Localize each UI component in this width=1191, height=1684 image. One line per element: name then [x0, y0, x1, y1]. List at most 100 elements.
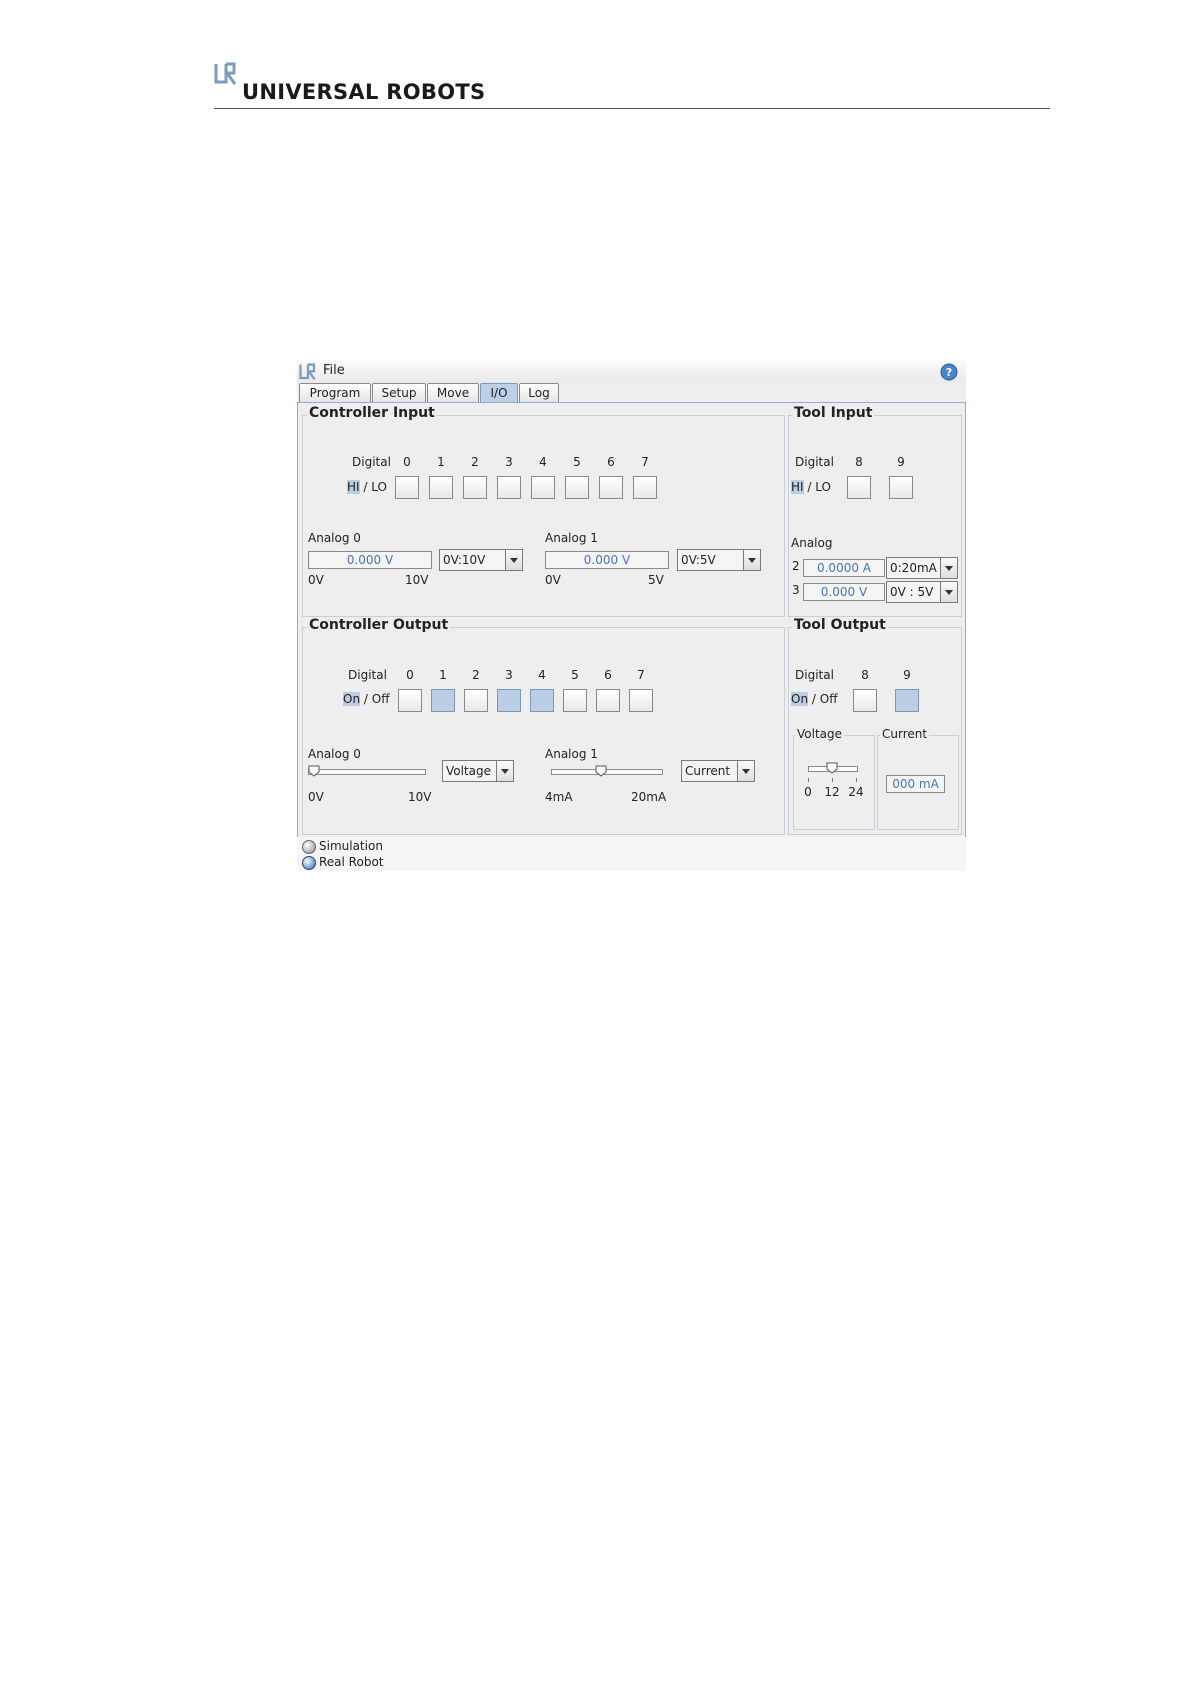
co-digital-toggle-6[interactable]: [596, 689, 620, 712]
channel-number: 5: [573, 455, 581, 469]
co-digital-toggle-2[interactable]: [464, 689, 488, 712]
ur-logo-icon: [214, 62, 237, 85]
co-analog1-mode-text: Current: [685, 764, 731, 778]
tick-label: 12: [824, 785, 840, 799]
co-digital-toggle-4[interactable]: [530, 689, 554, 712]
tab-program[interactable]: Program: [299, 383, 371, 402]
status-bar: Simulation Real Robot: [297, 837, 966, 871]
to-digital-toggle-8[interactable]: [853, 689, 877, 712]
ci-analog0-value: 0.000 V: [308, 551, 432, 569]
co-sep: /: [363, 692, 368, 706]
controller-output-title: Controller Output: [307, 617, 451, 633]
ci-digital-label: Digital: [352, 455, 391, 469]
file-menu[interactable]: File: [323, 363, 345, 378]
tab-io[interactable]: I/O: [480, 383, 518, 402]
channel-number: 8: [861, 668, 869, 682]
channel-number: 9: [897, 455, 905, 469]
to-voltage-group: [793, 735, 875, 830]
channel-number: 8: [855, 455, 863, 469]
ti-sep: /: [807, 480, 812, 494]
to-onoff-label: On / Off: [791, 692, 837, 706]
chevron-down-icon[interactable]: [743, 550, 760, 570]
ti-analog2-range-text: 0:20mA: [890, 561, 937, 575]
ci-digital-indicator-7: [633, 476, 657, 499]
ci-analog0-label: Analog 0: [308, 531, 361, 545]
ti-analog2-range-select[interactable]: 0:20mA: [886, 557, 958, 579]
channel-number: 2: [472, 668, 480, 682]
co-analog0-mode-select[interactable]: Voltage: [442, 760, 514, 782]
controller-input-group: [302, 415, 785, 617]
help-icon[interactable]: ?: [940, 363, 958, 381]
channel-number: 1: [437, 455, 445, 469]
brand-name: UNIVERSAL ROBOTS: [242, 80, 486, 104]
co-digital-toggle-0[interactable]: [398, 689, 422, 712]
chevron-down-icon[interactable]: [940, 582, 957, 602]
tab-move[interactable]: Move: [427, 383, 479, 402]
svg-text:?: ?: [946, 366, 952, 379]
co-analog1-slider-track[interactable]: [551, 769, 663, 775]
ci-analog1-max: 5V: [648, 573, 664, 587]
ci-digital-indicator-4: [531, 476, 555, 499]
tab-setup[interactable]: Setup: [372, 383, 426, 402]
co-analog1-slider-thumb[interactable]: [595, 765, 607, 777]
ci-analog1-range-select[interactable]: 0V:5V: [677, 549, 761, 571]
co-digital-toggle-1[interactable]: [431, 689, 455, 712]
co-analog0-min: 0V: [308, 790, 324, 804]
to-current-label: Current: [880, 727, 930, 741]
menu-bar: File ?: [297, 361, 966, 383]
to-on-text: On: [791, 692, 809, 706]
real-robot-label: Real Robot: [319, 855, 384, 869]
io-panel: Controller Input Digital 01234567 HI / L…: [297, 402, 966, 838]
chevron-down-icon[interactable]: [496, 761, 513, 781]
tab-log[interactable]: Log: [519, 383, 559, 402]
ti-analog3-range-select[interactable]: 0V : 5V: [886, 581, 958, 603]
to-voltage-slider-thumb[interactable]: [826, 762, 838, 774]
ci-analog0-min: 0V: [308, 573, 324, 587]
ci-hi-text: HI: [347, 480, 360, 494]
ti-analog3-value: 0.000 V: [803, 583, 885, 601]
ur-menu-logo-icon[interactable]: [299, 363, 317, 381]
chevron-down-icon[interactable]: [940, 558, 957, 578]
channel-number: 6: [604, 668, 612, 682]
to-digital-toggle-9[interactable]: [895, 689, 919, 712]
real-robot-radio[interactable]: [302, 856, 316, 870]
co-analog1-min: 4mA: [545, 790, 573, 804]
co-on-text: On: [343, 692, 361, 706]
co-digital-toggle-7[interactable]: [629, 689, 653, 712]
tool-input-title: Tool Input: [792, 405, 875, 421]
ci-digital-indicator-5: [565, 476, 589, 499]
to-current-value[interactable]: 000 mA: [886, 775, 945, 793]
co-analog0-label: Analog 0: [308, 747, 361, 761]
ti-hilo-label: HI / LO: [791, 480, 831, 494]
co-analog1-mode-select[interactable]: Current: [681, 760, 755, 782]
channel-number: 5: [571, 668, 579, 682]
channel-number: 7: [637, 668, 645, 682]
controller-output-group: [302, 627, 785, 835]
chevron-down-icon[interactable]: [737, 761, 754, 781]
ci-analog1-label: Analog 1: [545, 531, 598, 545]
tick-mark: [808, 778, 809, 782]
polyscope-window: File ? Program Setup Move I/O Log Contro…: [297, 361, 966, 871]
ti-analog2-channel: 2: [792, 559, 800, 573]
co-digital-toggle-3[interactable]: [497, 689, 521, 712]
ti-hi-text: HI: [791, 480, 804, 494]
ti-digital-indicator-9: [889, 476, 913, 499]
co-digital-toggle-5[interactable]: [563, 689, 587, 712]
ci-digital-indicator-1: [429, 476, 453, 499]
ci-sep: /: [363, 480, 368, 494]
ci-analog1-value: 0.000 V: [545, 551, 669, 569]
to-off-text: Off: [819, 692, 838, 706]
ci-digital-indicator-3: [497, 476, 521, 499]
ti-analog3-channel: 3: [792, 583, 800, 597]
co-analog1-max: 20mA: [631, 790, 667, 804]
ci-analog1-range-text: 0V:5V: [681, 553, 716, 567]
channel-number: 6: [607, 455, 615, 469]
co-analog0-slider-thumb[interactable]: [308, 765, 320, 777]
channel-number: 1: [439, 668, 447, 682]
co-analog0-slider-track[interactable]: [308, 769, 426, 775]
ci-analog0-range-select[interactable]: 0V:10V: [439, 549, 523, 571]
ti-analog3-range-text: 0V : 5V: [890, 585, 934, 599]
chevron-down-icon[interactable]: [505, 550, 522, 570]
simulation-radio[interactable]: [302, 840, 316, 854]
tool-output-title: Tool Output: [792, 617, 888, 633]
